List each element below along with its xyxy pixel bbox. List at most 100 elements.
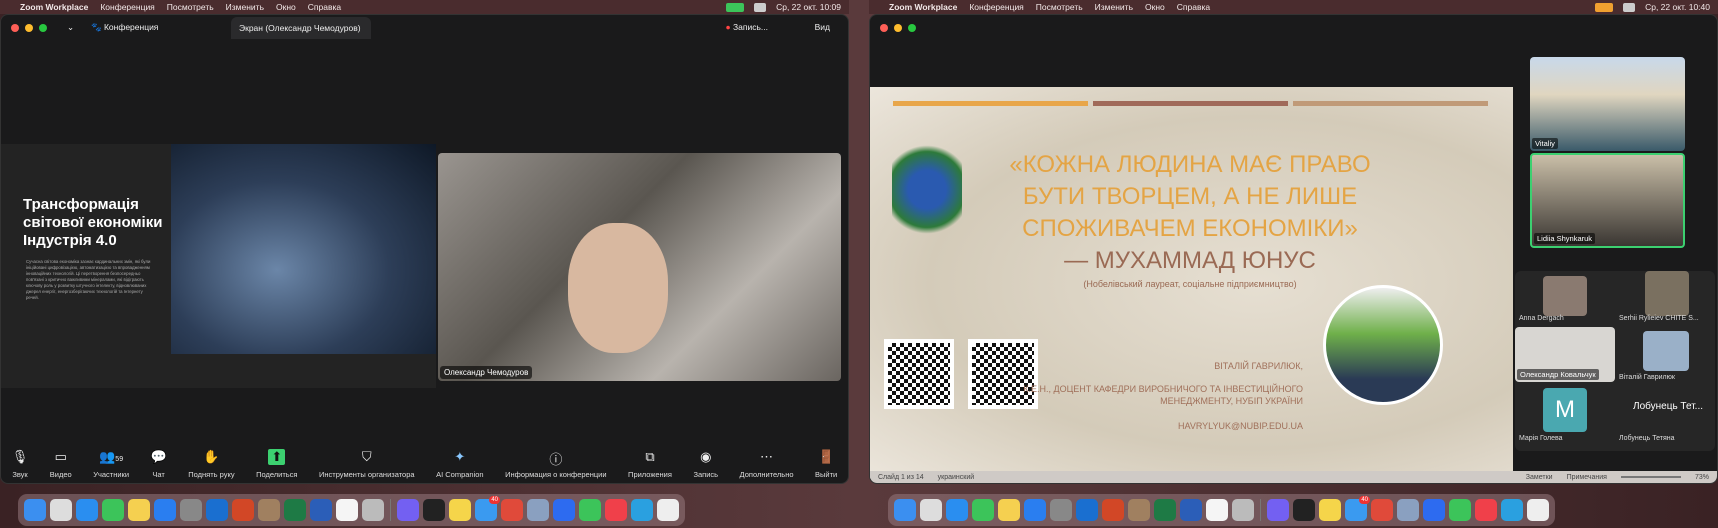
- toolbar-chat[interactable]: 💬 Чат: [151, 449, 167, 479]
- dock-facetime-icon[interactable]: [102, 499, 124, 521]
- dock-preview-icon[interactable]: [1397, 499, 1419, 521]
- menu-app[interactable]: Zoom Workplace: [889, 2, 957, 12]
- dock-preview-icon[interactable]: [527, 499, 549, 521]
- dock-photos-icon[interactable]: [998, 499, 1020, 521]
- dock-terminal-icon[interactable]: [1293, 499, 1315, 521]
- dock-app-store-icon[interactable]: [1024, 499, 1046, 521]
- dock-textedit-icon[interactable]: [657, 499, 679, 521]
- dock-textedit-icon[interactable]: [1527, 499, 1549, 521]
- dock-telegram-icon[interactable]: [631, 499, 653, 521]
- dock-viber-icon[interactable]: [1267, 499, 1289, 521]
- toolbar-participants[interactable]: 👥59 Участники: [93, 449, 129, 479]
- view-button[interactable]: Вид: [815, 22, 830, 32]
- dock-launchpad-icon[interactable]: [50, 499, 72, 521]
- dock-launchpad-icon[interactable]: [920, 499, 942, 521]
- dock-iphone-mirroring-icon[interactable]: [1232, 499, 1254, 521]
- wifi-icon[interactable]: [754, 2, 767, 12]
- dock-zoom-icon[interactable]: [1423, 499, 1445, 521]
- dock-terminal-icon[interactable]: [423, 499, 445, 521]
- menu-edit[interactable]: Изменить: [1095, 2, 1133, 12]
- menu-window[interactable]: Окно: [1145, 2, 1165, 12]
- recording-indicator[interactable]: ● Запись...: [726, 22, 768, 32]
- dock-facetime-icon[interactable]: [972, 499, 994, 521]
- close-button[interactable]: [880, 24, 888, 32]
- menu-help[interactable]: Справка: [308, 2, 341, 12]
- dock-mail-icon[interactable]: 40: [475, 496, 500, 521]
- participant-tile[interactable]: [1543, 276, 1587, 316]
- screen-share-tab[interactable]: Экран (Олександр Чемодуров): [231, 17, 371, 39]
- participant-tile[interactable]: Vitaliy: [1530, 57, 1685, 151]
- dock-outlook-icon[interactable]: [206, 499, 228, 521]
- dock-notes-icon[interactable]: [449, 499, 471, 521]
- participant-tile[interactable]: [1643, 331, 1689, 371]
- meeting-label[interactable]: 🐾 Конференция: [91, 22, 158, 33]
- toolbar-audio[interactable]: 🎙 Звук: [12, 449, 29, 479]
- language[interactable]: украинский: [938, 474, 975, 481]
- camera-status-icon[interactable]: [726, 2, 745, 12]
- dock-contacts-icon[interactable]: [258, 499, 280, 521]
- participant-tile[interactable]: [1645, 271, 1689, 316]
- dock-safari-icon[interactable]: [946, 499, 968, 521]
- toolbar-more[interactable]: ⋯ Дополнительно: [740, 449, 794, 479]
- menu-app[interactable]: Zoom Workplace: [20, 2, 88, 12]
- zoom-slider[interactable]: [1620, 476, 1681, 478]
- dock-notes-icon[interactable]: [1319, 499, 1341, 521]
- microphone-status-icon[interactable]: [1595, 2, 1614, 12]
- toolbar-ai-companion[interactable]: ✦ AI Companion: [436, 449, 484, 479]
- dock-telegram-icon[interactable]: [1501, 499, 1523, 521]
- speaker-video[interactable]: Олександр Чемодуров: [438, 153, 841, 381]
- dock-app-store-icon[interactable]: [154, 499, 176, 521]
- toolbar-apps[interactable]: ⧉ Приложения: [628, 449, 672, 479]
- dock-settings-icon[interactable]: [180, 499, 202, 521]
- notes-button[interactable]: Заметки: [1526, 474, 1553, 481]
- dock-music-icon[interactable]: [1475, 499, 1497, 521]
- maximize-button[interactable]: [39, 24, 47, 32]
- toolbar-share[interactable]: ⬆ Поделиться: [256, 449, 298, 479]
- menu-help[interactable]: Справка: [1177, 2, 1210, 12]
- chevron-down-icon[interactable]: ⌄: [67, 22, 74, 33]
- dock-powerpoint-icon[interactable]: [232, 499, 254, 521]
- menu-view[interactable]: Посмотреть: [167, 2, 214, 12]
- dock-word-icon[interactable]: [310, 499, 332, 521]
- toolbar-meeting-info[interactable]: ⓘ Информация о конференции: [505, 449, 606, 479]
- toolbar-raise-hand[interactable]: ✋ Поднять руку: [188, 449, 234, 479]
- dock-powerpoint-icon[interactable]: [1102, 499, 1124, 521]
- dock-freeform-icon[interactable]: [1206, 499, 1228, 521]
- dock-viber-icon[interactable]: [397, 499, 419, 521]
- dock-contacts-icon[interactable]: [1128, 499, 1150, 521]
- dock-messages-icon[interactable]: [579, 499, 601, 521]
- toolbar-video[interactable]: ▭ Видео: [50, 449, 72, 479]
- toolbar-host-tools[interactable]: ⛉ Инструменты организатора: [319, 449, 415, 479]
- menu-conference[interactable]: Конференция: [100, 2, 154, 12]
- close-button[interactable]: [11, 24, 19, 32]
- minimize-button[interactable]: [894, 24, 902, 32]
- wifi-icon[interactable]: [1623, 2, 1636, 12]
- dock-word-icon[interactable]: [1180, 499, 1202, 521]
- minimize-button[interactable]: [25, 24, 33, 32]
- comments-button[interactable]: Примечания: [1567, 474, 1607, 481]
- dock-finder-icon[interactable]: [894, 499, 916, 521]
- toolbar-leave[interactable]: 🚪 Выйти: [815, 449, 837, 479]
- dock-finder-icon[interactable]: [24, 499, 46, 521]
- clock[interactable]: Ср, 22 окт. 10:09: [776, 2, 841, 12]
- dock-settings-icon[interactable]: [1050, 499, 1072, 521]
- dock-chrome-icon[interactable]: [1371, 499, 1393, 521]
- dock-chrome-icon[interactable]: [501, 499, 523, 521]
- dock-iphone-mirroring-icon[interactable]: [362, 499, 384, 521]
- dock-freeform-icon[interactable]: [336, 499, 358, 521]
- participant-tile[interactable]: Олександр Ковальчук: [1515, 327, 1615, 382]
- avatar[interactable]: M: [1543, 388, 1587, 432]
- dock-excel-icon[interactable]: [1154, 499, 1176, 521]
- maximize-button[interactable]: [908, 24, 916, 32]
- toolbar-record[interactable]: ◉ Запись: [693, 449, 718, 479]
- menu-window[interactable]: Окно: [276, 2, 296, 12]
- participant-tile-active[interactable]: Lidiia Shynkaruk: [1530, 153, 1685, 248]
- dock-excel-icon[interactable]: [284, 499, 306, 521]
- dock-outlook-icon[interactable]: [1076, 499, 1098, 521]
- dock-zoom-icon[interactable]: [553, 499, 575, 521]
- dock-safari-icon[interactable]: [76, 499, 98, 521]
- dock-photos-icon[interactable]: [128, 499, 150, 521]
- dock-messages-icon[interactable]: [1449, 499, 1471, 521]
- menu-view[interactable]: Посмотреть: [1036, 2, 1083, 12]
- menu-conference[interactable]: Конференция: [969, 2, 1023, 12]
